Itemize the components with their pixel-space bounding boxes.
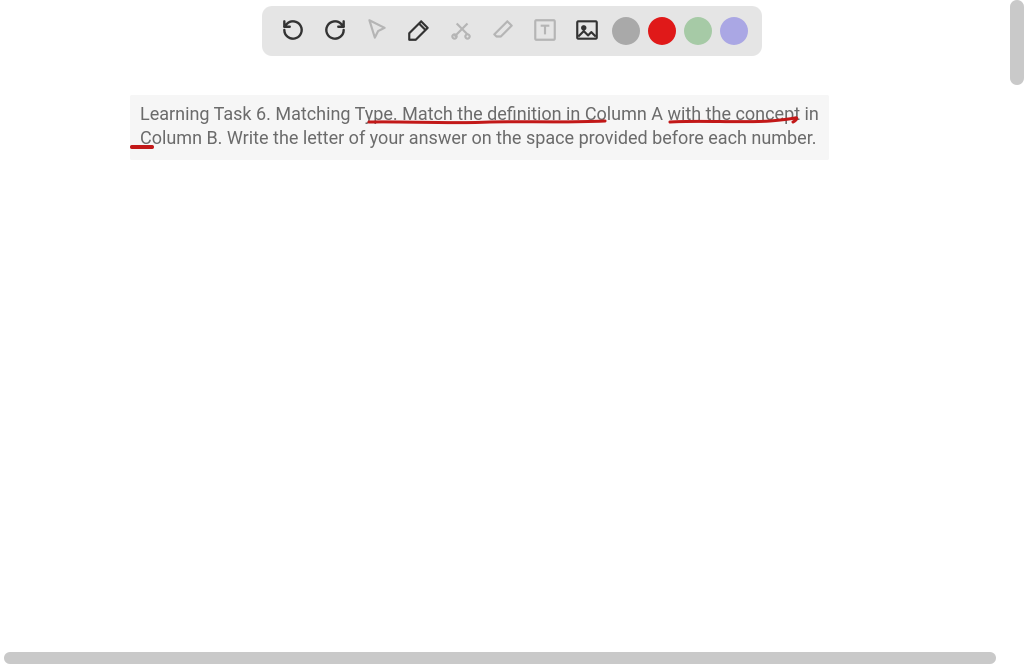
pen-icon (406, 17, 432, 46)
color-purple[interactable] (720, 17, 748, 45)
text-button[interactable] (528, 14, 562, 48)
scrollbar-vertical[interactable] (1010, 0, 1024, 85)
eraser-button[interactable] (486, 14, 520, 48)
instruction-text: Learning Task 6. Matching Type. Match th… (130, 95, 829, 160)
image-button[interactable] (570, 14, 604, 48)
image-icon (574, 17, 600, 46)
color-gray[interactable] (612, 17, 640, 45)
redo-icon (322, 17, 348, 46)
eraser-icon (490, 17, 516, 46)
color-green[interactable] (684, 17, 712, 45)
pen-button[interactable] (402, 14, 436, 48)
undo-icon (280, 17, 306, 46)
content-area: Learning Task 6. Matching Type. Match th… (130, 95, 829, 160)
text-icon (532, 17, 558, 46)
pointer-button[interactable] (360, 14, 394, 48)
redo-button[interactable] (318, 14, 352, 48)
toolbar (262, 6, 762, 56)
undo-button[interactable] (276, 14, 310, 48)
scrollbar-horizontal[interactable] (4, 652, 996, 664)
color-red[interactable] (648, 17, 676, 45)
tools-icon (448, 17, 474, 46)
pointer-icon (364, 17, 390, 46)
tools-button[interactable] (444, 14, 478, 48)
